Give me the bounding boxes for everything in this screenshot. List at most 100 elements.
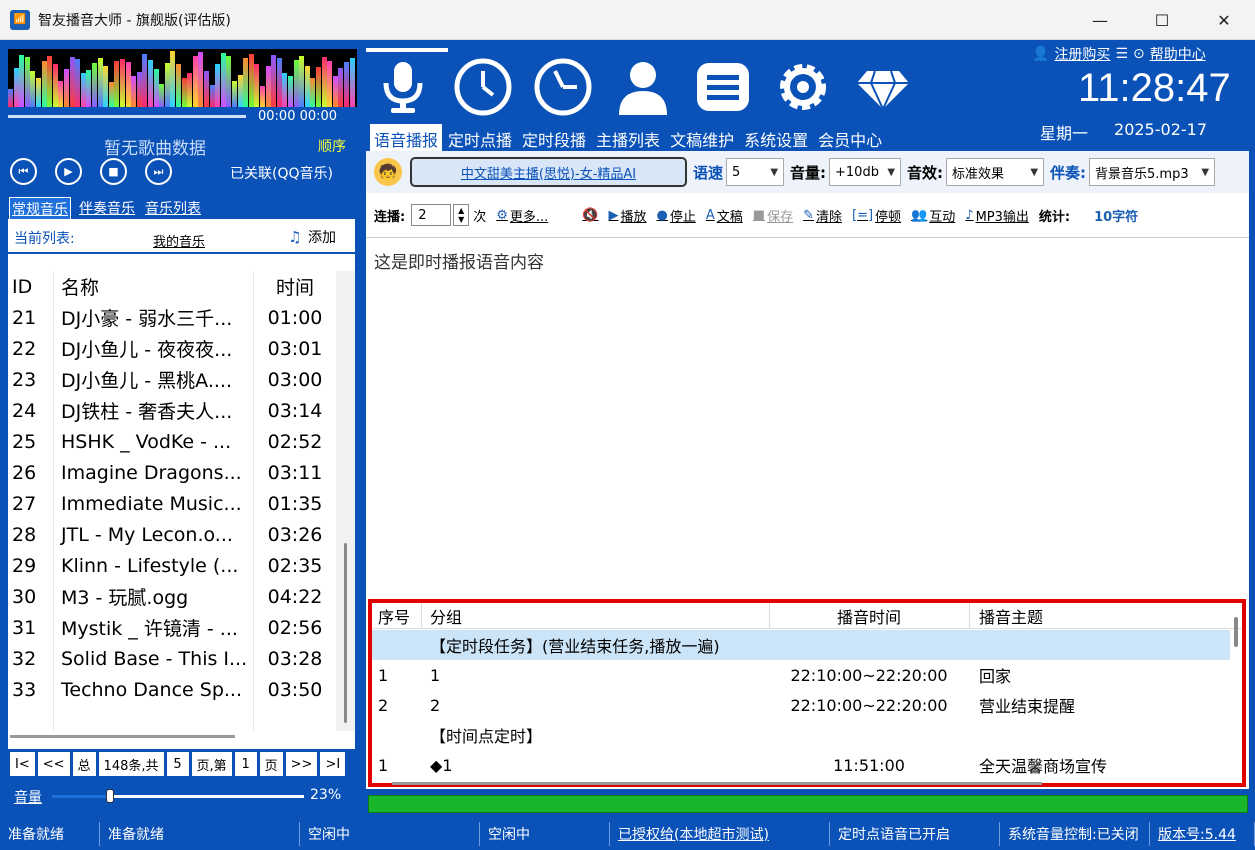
current-page-input[interactable]: 1 — [234, 752, 257, 776]
song-id: 32 — [12, 647, 37, 670]
help-link[interactable]: 帮助中心 — [1150, 44, 1206, 64]
down-icon[interactable]: ▼ — [458, 215, 464, 224]
tab-regular-music[interactable]: 常规音乐 — [9, 197, 71, 220]
stop-broadcast-button[interactable]: ● 停止 — [656, 206, 695, 225]
microphone-icon[interactable] — [372, 56, 434, 118]
stop-circle-icon: ● — [656, 207, 668, 223]
spectrum-bar — [164, 62, 170, 107]
doc-button[interactable]: A 文稿 — [706, 206, 743, 225]
clock-range-icon[interactable] — [532, 56, 594, 118]
nav-tab[interactable]: 语音播报 — [370, 124, 443, 154]
col-seq[interactable]: 序号 — [372, 604, 422, 628]
mute-button[interactable]: 🔇 — [582, 208, 598, 223]
song-row[interactable]: 22 DJ小鱼儿 - 夜夜夜... 03:01 — [8, 333, 336, 364]
play-button[interactable]: ▶ — [55, 158, 82, 185]
tab-accompaniment[interactable]: 伴奏音乐 — [77, 197, 137, 220]
pager: I< << 总 148条,共 5 页,第 1 页 >> >I — [10, 752, 346, 776]
volume-label[interactable]: 音量 — [14, 787, 42, 807]
play-broadcast-button[interactable]: ▶ 播放 — [608, 206, 646, 225]
song-row[interactable]: 33 Techno Dance Sp... 03:50 — [8, 674, 336, 705]
task-row[interactable]: 1 1 22:10:00~22:20:00 回家 — [372, 660, 1230, 690]
tab-music-list[interactable]: 音乐列表 — [143, 197, 203, 220]
playback-progress[interactable] — [8, 115, 246, 118]
diamond-icon[interactable] — [852, 56, 914, 118]
nav-tab[interactable]: 文稿维护 — [666, 124, 738, 154]
scroll-thumb[interactable] — [344, 543, 347, 723]
song-row[interactable]: 25 HSHK _ VodKe - ... 02:52 — [8, 426, 336, 457]
song-row[interactable]: 28 JTL - My Lecon.o... 03:26 — [8, 519, 336, 550]
spectrum-bar — [209, 84, 215, 107]
stop-button[interactable]: ■ — [100, 158, 127, 185]
close-button[interactable]: ✕ — [1193, 0, 1255, 40]
nav-tab[interactable]: 定时点播 — [444, 124, 516, 154]
play-circle-icon: ▶ — [608, 207, 619, 223]
song-row[interactable]: 30 M3 - 玩腻.ogg 04:22 — [8, 581, 336, 612]
song-row[interactable]: 26 Imagine Dragons... 03:11 — [8, 457, 336, 488]
maximize-button[interactable]: ☐ — [1131, 0, 1193, 40]
voice-select[interactable]: 中文甜美主播(思悦)-女-精品AI — [410, 157, 687, 187]
person-icon[interactable] — [612, 56, 674, 118]
playlist-hscrollbar[interactable] — [10, 735, 235, 738]
gear-icon[interactable] — [772, 56, 834, 118]
task-group: 【定时段任务】(营业结束任务,播放一遍) — [430, 637, 720, 656]
task-scrollbar[interactable] — [1234, 617, 1238, 647]
interact-button[interactable]: 👥 互动 — [911, 206, 955, 225]
song-row[interactable]: 29 Klinn - Lifestyle (... 02:35 — [8, 550, 336, 581]
minimize-button[interactable]: — — [1069, 0, 1131, 40]
song-row[interactable]: 27 Immediate Music... 01:35 — [8, 488, 336, 519]
nav-tab[interactable]: 会员中心 — [814, 124, 886, 154]
more-button[interactable]: ⚙ 更多... — [496, 206, 548, 225]
col-topic[interactable]: 播音主题 — [969, 604, 1229, 628]
task-row[interactable]: 1 ◆1 11:51:00 全天温馨商场宣传 — [372, 750, 1230, 780]
play-order-toggle[interactable]: 顺序 — [318, 136, 346, 156]
task-row[interactable]: 2 2 22:10:00~22:20:00 营业结束提醒 — [372, 690, 1230, 720]
song-row[interactable]: 32 Solid Base - This I... 03:28 — [8, 643, 336, 674]
speed-select[interactable]: 5 ▼ — [726, 158, 785, 186]
song-row[interactable]: 24 DJ铁柱 - 奢香夫人... 03:14 — [8, 395, 336, 426]
menu-icon[interactable]: ☰ — [1115, 46, 1128, 62]
broadcast-text-input[interactable]: 这是即时播报语音内容 — [366, 237, 1249, 597]
status-cell[interactable]: 版本号:5.44 — [1150, 821, 1255, 846]
nav-tab[interactable]: 主播列表 — [592, 124, 664, 154]
document-icon[interactable] — [692, 56, 754, 118]
effect-select[interactable]: 标准效果 ▼ — [946, 158, 1045, 186]
first-page-button[interactable]: I< — [10, 752, 35, 776]
col-time[interactable]: 时间 — [255, 273, 335, 300]
col-time[interactable]: 播音时间 — [769, 604, 969, 628]
pause-button[interactable]: [=] 停顿 — [852, 206, 901, 225]
clock-icon[interactable] — [452, 56, 514, 118]
up-icon[interactable]: ▲ — [458, 206, 464, 215]
accomp-select[interactable]: 背景音乐5.mp3 ▼ — [1089, 158, 1216, 186]
save-button[interactable]: ■ 保存 — [753, 206, 793, 225]
nav-tab[interactable]: 定时段播 — [518, 124, 590, 154]
song-row[interactable]: 21 DJ小豪 - 弱水三千... 01:00 — [8, 302, 336, 333]
mp3-output-button[interactable]: ♪ MP3输出 — [965, 206, 1029, 225]
register-link[interactable]: 注册购买 — [1054, 44, 1110, 64]
prev-page-button[interactable]: << — [37, 752, 70, 776]
next-page-button[interactable]: >> — [285, 752, 318, 776]
header-links: 👤 注册购买 ☰ ⊙ 帮助中心 — [1032, 44, 1206, 64]
prev-button[interactable]: ⏮ — [10, 158, 37, 185]
task-row[interactable]: 【定时段任务】(营业结束任务,播放一遍) — [372, 630, 1230, 660]
status-cell[interactable]: 已授权给(本地超市测试) — [610, 821, 830, 846]
task-row[interactable]: 【时间点定时】 — [372, 720, 1230, 750]
playlist-scrollbar[interactable] — [336, 271, 355, 731]
qq-status[interactable]: 已关联(QQ音乐) — [230, 163, 333, 183]
volume-select[interactable]: +10db ▼ — [829, 158, 902, 186]
song-row[interactable]: 23 DJ小鱼儿 - 黑桃A.... 03:00 — [8, 364, 336, 395]
repeat-input[interactable]: 2 — [411, 204, 452, 226]
col-id[interactable]: ID — [8, 276, 55, 298]
add-music-button[interactable]: ♫ 添加 — [286, 227, 336, 247]
last-page-button[interactable]: >I — [320, 752, 346, 776]
volume-slider[interactable] — [52, 789, 304, 803]
clear-button[interactable]: ✎ 清除 — [803, 206, 842, 225]
song-row[interactable]: 31 Mystik _ 许镜清 - ... 02:56 — [8, 612, 336, 643]
next-button[interactable]: ⏭ — [145, 158, 172, 185]
col-name[interactable]: 名称 — [55, 273, 255, 300]
repeat-stepper[interactable]: ▲ ▼ — [453, 204, 470, 226]
volume-knob[interactable] — [105, 789, 114, 803]
col-group[interactable]: 分组 — [422, 604, 769, 628]
task-hscrollbar[interactable] — [392, 782, 1042, 785]
current-list-name[interactable]: 我的音乐 — [153, 231, 205, 250]
nav-tab[interactable]: 系统设置 — [740, 124, 812, 154]
